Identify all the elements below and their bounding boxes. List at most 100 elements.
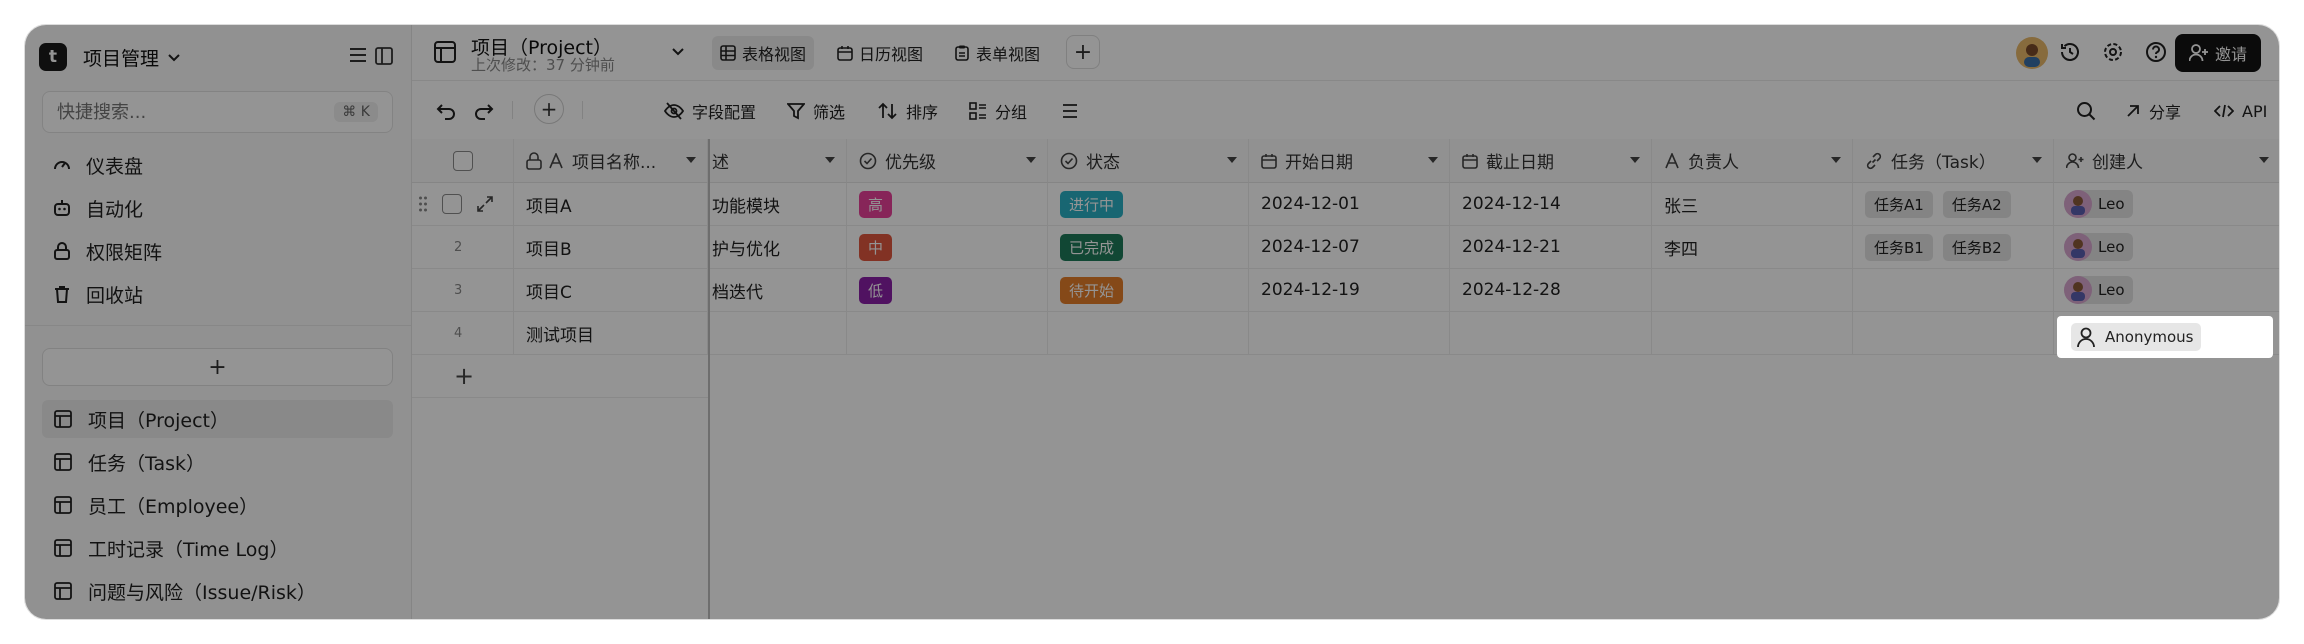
task-chip[interactable]: 任务A2 bbox=[1942, 190, 2011, 218]
filter-button[interactable]: 筛选 bbox=[787, 97, 845, 125]
cell-end-date[interactable]: 2024-12-14 bbox=[1450, 183, 1652, 226]
cell-status[interactable]: 待开始 bbox=[1048, 269, 1249, 312]
column-header-end-date[interactable]: 截止日期 bbox=[1450, 139, 1652, 183]
table-item-project[interactable]: 项目（Project） bbox=[42, 400, 393, 438]
help-icon[interactable] bbox=[2145, 41, 2167, 63]
quick-search[interactable]: ⌘ K bbox=[42, 91, 393, 133]
cell-description[interactable]: 档迭代 bbox=[710, 269, 847, 312]
cell-priority[interactable] bbox=[847, 312, 1048, 355]
task-chip[interactable]: 任务A1 bbox=[1865, 190, 1933, 218]
menu-icon[interactable] bbox=[349, 47, 367, 63]
cell-start-date[interactable] bbox=[1249, 312, 1450, 355]
caret-down-icon[interactable] bbox=[824, 155, 836, 165]
column-header-owner[interactable]: 负责人 bbox=[1652, 139, 1853, 183]
cell-start-date[interactable]: 2024-12-19 bbox=[1249, 269, 1450, 312]
cell-owner[interactable]: 李四 bbox=[1652, 226, 1853, 269]
field-config-button[interactable]: 字段配置 bbox=[664, 97, 756, 125]
caret-down-icon[interactable] bbox=[1226, 155, 1238, 165]
cell-status[interactable] bbox=[1048, 312, 1249, 355]
cell-name[interactable]: 项目C bbox=[514, 269, 708, 312]
select-all-checkbox[interactable] bbox=[452, 150, 473, 171]
add-row-button[interactable]: + bbox=[412, 355, 708, 398]
cell-start-date[interactable]: 2024-12-01 bbox=[1249, 183, 1450, 226]
cell-description[interactable]: 护与优化 bbox=[710, 226, 847, 269]
column-header-description[interactable]: 述 bbox=[710, 139, 847, 183]
caret-down-icon[interactable] bbox=[685, 155, 697, 165]
redo-icon[interactable] bbox=[474, 97, 494, 125]
caret-down-icon[interactable] bbox=[1629, 155, 1641, 165]
user-chip[interactable]: Leo bbox=[2064, 233, 2133, 261]
nav-recycle-bin[interactable]: 回收站 bbox=[42, 274, 393, 314]
cell-tasks[interactable]: 任务A1 任务A2 bbox=[1853, 183, 2054, 226]
search-icon[interactable] bbox=[2076, 97, 2096, 125]
cell-name[interactable]: 测试项目 bbox=[514, 312, 708, 355]
cell-status[interactable]: 进行中 bbox=[1048, 183, 1249, 226]
cell-priority[interactable]: 中 bbox=[847, 226, 1048, 269]
column-header-creator[interactable]: 创建人 bbox=[2054, 139, 2279, 183]
cell-tasks[interactable] bbox=[1853, 269, 2054, 312]
cell-owner[interactable] bbox=[1652, 312, 1853, 355]
caret-down-icon[interactable] bbox=[2258, 155, 2270, 165]
cell-end-date[interactable]: 2024-12-21 bbox=[1450, 226, 1652, 269]
user-chip[interactable]: Leo bbox=[2064, 276, 2133, 304]
cell-tasks[interactable]: 任务B1 任务B2 bbox=[1853, 226, 2054, 269]
group-button[interactable]: 分组 bbox=[969, 97, 1027, 125]
tab-grid-view[interactable]: 表格视图 bbox=[712, 36, 815, 70]
cell-end-date[interactable] bbox=[1450, 312, 1652, 355]
expand-icon[interactable] bbox=[476, 195, 494, 213]
column-header-start-date[interactable]: 开始日期 bbox=[1249, 139, 1450, 183]
tab-calendar-view[interactable]: 日历视图 bbox=[829, 36, 931, 70]
cell-priority[interactable]: 低 bbox=[847, 269, 1048, 312]
chevron-down-icon[interactable] bbox=[670, 43, 686, 59]
column-header-name[interactable]: 项目名称... bbox=[514, 139, 708, 183]
sort-button[interactable]: 排序 bbox=[878, 97, 938, 125]
creator-cell-editor[interactable]: Anonymous bbox=[2057, 316, 2273, 358]
menu-icon[interactable] bbox=[1062, 97, 1078, 125]
cell-status[interactable]: 已完成 bbox=[1048, 226, 1249, 269]
column-header-tasks[interactable]: 任务（Task） bbox=[1853, 139, 2054, 183]
select-all-header[interactable] bbox=[412, 139, 514, 183]
task-chip[interactable]: 任务B1 bbox=[1865, 233, 1933, 261]
nav-automation[interactable]: 自动化 bbox=[42, 188, 393, 228]
table-item-time-log[interactable]: 工时记录（Time Log） bbox=[42, 529, 393, 567]
cell-owner[interactable] bbox=[1652, 269, 1853, 312]
share-button[interactable]: 分享 bbox=[2125, 97, 2181, 125]
sidebar-toggle-icon[interactable] bbox=[375, 47, 393, 65]
search-input[interactable] bbox=[57, 101, 335, 123]
tab-form-view[interactable]: 表单视图 bbox=[946, 36, 1048, 70]
caret-down-icon[interactable] bbox=[2031, 155, 2043, 165]
task-chip[interactable]: 任务B2 bbox=[1942, 233, 2011, 261]
cell-owner[interactable]: 张三 bbox=[1652, 183, 1853, 226]
column-header-priority[interactable]: 优先级 bbox=[847, 139, 1048, 183]
add-record-button[interactable]: + bbox=[534, 94, 564, 124]
table-row-select[interactable]: 2 bbox=[412, 226, 514, 269]
drag-handle-icon[interactable] bbox=[418, 195, 428, 213]
add-table-button[interactable]: + bbox=[42, 348, 393, 386]
cell-description[interactable] bbox=[710, 312, 847, 355]
add-view-button[interactable]: + bbox=[1066, 35, 1100, 69]
caret-down-icon[interactable] bbox=[1427, 155, 1439, 165]
table-item-issue-risk[interactable]: 问题与风险（Issue/Risk） bbox=[42, 572, 393, 610]
invite-button[interactable]: 邀请 bbox=[2175, 34, 2261, 72]
cell-creator[interactable]: Leo bbox=[2054, 183, 2279, 226]
workspace-switcher[interactable]: t 项目管理 bbox=[37, 35, 397, 79]
row-checkbox[interactable] bbox=[442, 194, 462, 214]
cell-priority[interactable]: 高 bbox=[847, 183, 1048, 226]
caret-down-icon[interactable] bbox=[1830, 155, 1842, 165]
column-header-status[interactable]: 状态 bbox=[1048, 139, 1249, 183]
cell-creator[interactable]: Leo bbox=[2054, 226, 2279, 269]
api-button[interactable]: API bbox=[2214, 97, 2267, 125]
user-chip[interactable]: Leo bbox=[2064, 190, 2133, 218]
history-icon[interactable] bbox=[2059, 41, 2081, 63]
table-row-select[interactable]: 3 bbox=[412, 269, 514, 312]
table-item-task[interactable]: 任务（Task） bbox=[42, 443, 393, 481]
cell-tasks[interactable] bbox=[1853, 312, 2054, 355]
user-chip[interactable]: Anonymous bbox=[2071, 323, 2202, 351]
cell-description[interactable]: 功能模块 bbox=[710, 183, 847, 226]
table-row-select[interactable]: 4 bbox=[412, 312, 514, 355]
undo-icon[interactable] bbox=[436, 97, 456, 125]
cell-name[interactable]: 项目B bbox=[514, 226, 708, 269]
nav-permission-matrix[interactable]: 权限矩阵 bbox=[42, 231, 393, 271]
nav-dashboard[interactable]: 仪表盘 bbox=[42, 145, 393, 185]
table-item-employee[interactable]: 员工（Employee） bbox=[42, 486, 393, 524]
